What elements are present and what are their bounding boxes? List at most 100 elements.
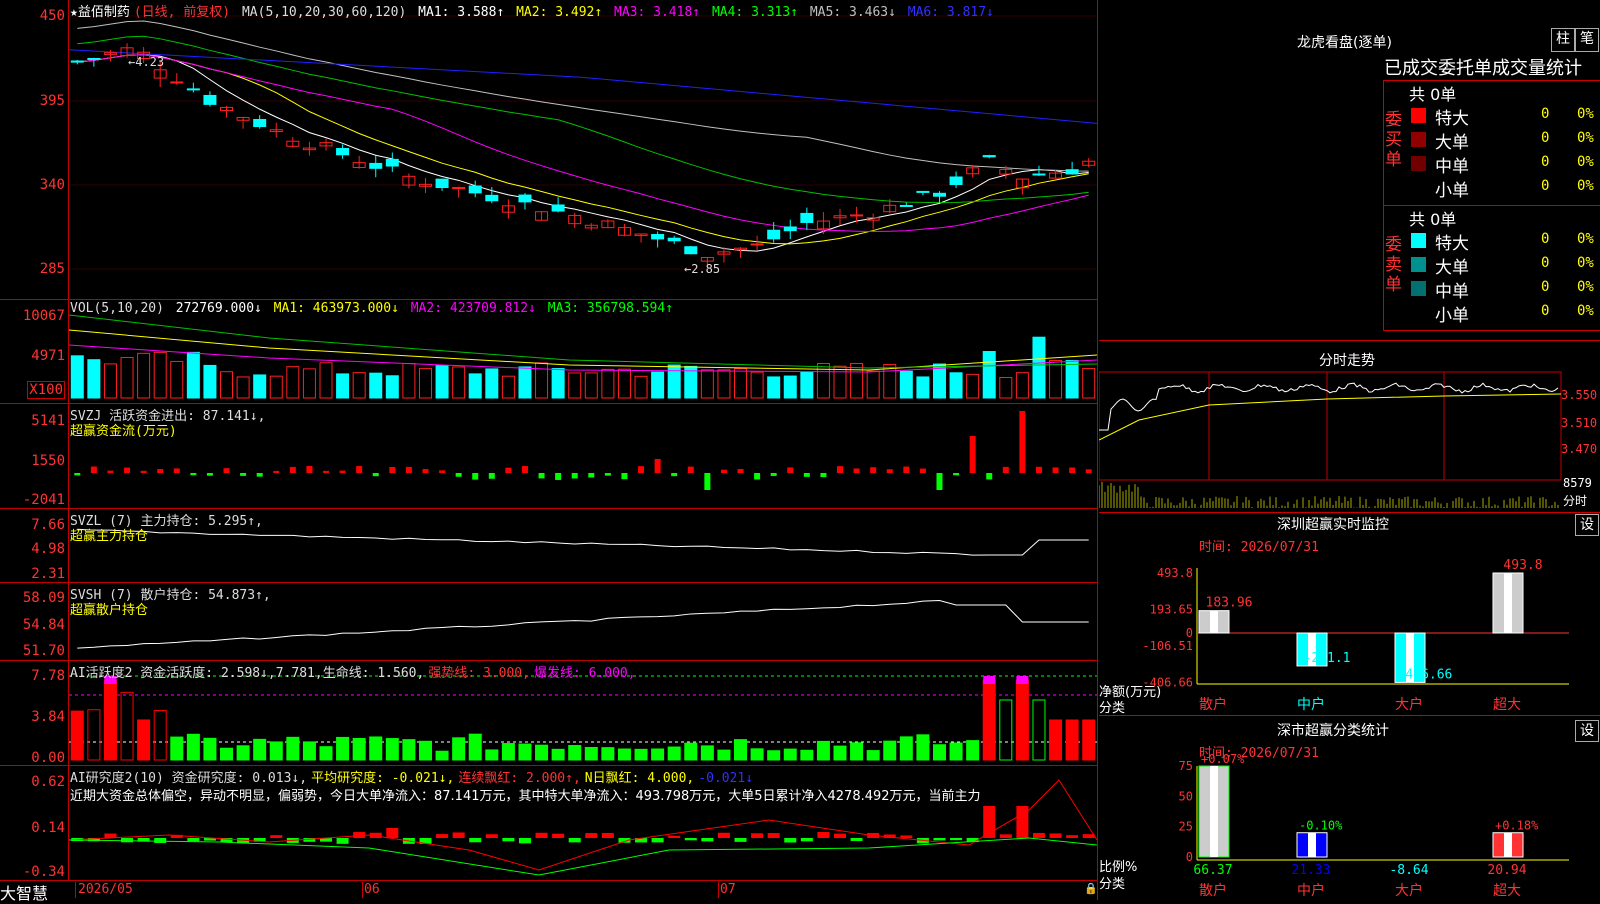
volume-bar xyxy=(220,371,234,399)
ai1-bar xyxy=(601,747,615,761)
price-tick: 285 xyxy=(39,261,65,277)
ai1-bar xyxy=(617,748,631,761)
ai1-bar xyxy=(418,740,432,761)
fs-avg-line xyxy=(1099,393,1562,441)
vol-title: VOL(5,10,20) xyxy=(70,301,164,316)
vol-ma3: MA3: 356798.594↑ xyxy=(547,301,674,316)
price-header: ★益佰制药 (日线, 前复权) MA(5,10,20,30,60,120) MA1… xyxy=(70,1,998,20)
sc-change: +0.07% xyxy=(1201,752,1245,766)
ai1-peak xyxy=(983,676,996,684)
ai1-bar xyxy=(518,743,532,761)
ai2-bar xyxy=(950,838,963,841)
ai1-tick: 3.84 xyxy=(31,709,65,725)
ai2-bar xyxy=(552,833,565,838)
svzj-bar xyxy=(571,473,578,479)
ai2-bar xyxy=(1066,835,1079,838)
candle-body xyxy=(203,94,217,105)
ai2-bar xyxy=(834,833,846,838)
svsh-tick: 51.70 xyxy=(22,643,65,659)
ai1-bar xyxy=(352,737,366,761)
sc-change: +0.18% xyxy=(1495,819,1539,833)
candle-body xyxy=(982,155,996,158)
period-mode[interactable]: (日线, 前复权) xyxy=(134,5,230,20)
svzj-bar xyxy=(173,468,180,473)
date-divider xyxy=(718,882,719,898)
price-tick: 450 xyxy=(39,8,65,24)
ai1-bar xyxy=(551,748,565,761)
ai1-bar xyxy=(153,710,167,761)
sc-category: 大户 xyxy=(1395,882,1423,899)
high-label: ←4.23 xyxy=(128,55,165,69)
volume-bar xyxy=(120,356,134,399)
ai2-bar xyxy=(800,838,813,842)
svzj-bar xyxy=(737,468,744,473)
svzj-tick: -2041 xyxy=(22,492,65,508)
stock-name[interactable]: ★益佰制药 xyxy=(70,5,130,20)
svzj-bar xyxy=(720,469,727,473)
ai1-bar xyxy=(568,745,582,761)
volume-bar xyxy=(352,372,366,399)
svzj-bar xyxy=(621,473,628,480)
ai2-bar xyxy=(452,832,465,838)
sc-value: 20.94 xyxy=(1487,863,1526,878)
ai1-bar xyxy=(866,750,880,761)
ai2-title: AI研究度2(10) 资金研究度: 0.013↓, xyxy=(70,771,308,786)
volume-bar xyxy=(651,371,665,399)
svzj-bar xyxy=(190,473,197,476)
volume-bar xyxy=(418,367,432,399)
ai2-bar xyxy=(187,838,200,842)
ai1-bar xyxy=(966,740,980,761)
candle-body xyxy=(949,176,963,185)
ai1-bar xyxy=(120,691,134,761)
svzj-bar xyxy=(837,466,843,473)
volume-bar xyxy=(700,369,714,399)
sz-bar-label: -271.1 xyxy=(1304,651,1351,666)
candle-body xyxy=(485,194,499,202)
svzj-bar xyxy=(853,468,860,473)
ai1-bar xyxy=(103,679,117,761)
candle-body xyxy=(651,234,665,240)
ai1-bar xyxy=(783,748,797,761)
ai2-tick: 0.62 xyxy=(31,774,65,790)
svzj-bar xyxy=(405,466,412,473)
date-label: 2026/05 xyxy=(78,882,133,897)
ai2-bar xyxy=(1016,806,1029,838)
svzl-sub: 超赢主力持仓 xyxy=(70,529,149,544)
svzj-bar xyxy=(356,466,363,473)
svzj-bar xyxy=(157,469,164,473)
candle-body xyxy=(800,212,814,223)
ai1-bar xyxy=(634,748,648,761)
ai2-bar xyxy=(485,834,498,838)
volume-bar xyxy=(518,366,532,399)
sz-tick: 0 xyxy=(1186,626,1193,640)
volume-bar xyxy=(1082,367,1096,399)
sz-tick: -106.51 xyxy=(1142,639,1193,653)
sc-bar-shine xyxy=(1210,766,1218,857)
ai1-bar xyxy=(70,710,84,761)
svzj-bar xyxy=(870,467,877,473)
sz-category: 中户 xyxy=(1297,696,1325,713)
price-tick: 340 xyxy=(39,177,65,193)
svzj-bar xyxy=(140,470,147,473)
svzl-tick: 7.66 xyxy=(31,517,65,533)
ma6-line xyxy=(69,49,1097,124)
right-charts-svg: 493.8193.650-106.51-406.66183.96散户-271.1… xyxy=(1099,371,1569,899)
candle-body xyxy=(684,246,698,255)
right-panel: 龙虎看盘(逐单) 柱 笔 已成交委托单成交量统计 委买单 委卖单 共 0单 共 … xyxy=(1099,0,1600,900)
volume-bar xyxy=(1065,359,1079,399)
ai1-bar xyxy=(302,741,316,761)
lock-icon[interactable]: 🔒 xyxy=(1084,882,1098,895)
svzj-bar xyxy=(787,467,794,473)
svzj-bar xyxy=(919,468,926,473)
sz-category: 超大 xyxy=(1493,697,1521,713)
vol-ma3-line xyxy=(69,314,1097,369)
ai1-title: AI活跃度2 资金活跃度: 2.598↓,7.781,生命线: 1.560, xyxy=(70,666,425,681)
svzj-bar xyxy=(538,473,545,479)
left-chart-area[interactable]: 450 395 340 285 10067 4971 X100 5141 155… xyxy=(0,0,1098,903)
kline-chart-svg[interactable] xyxy=(69,0,1097,880)
candle-body xyxy=(435,178,449,189)
sc-value: 66.37 xyxy=(1193,863,1232,878)
volume-bar xyxy=(551,368,565,399)
vol-ma1: MA1: 463973.000↓ xyxy=(273,301,399,316)
ai1-bar xyxy=(87,709,101,761)
